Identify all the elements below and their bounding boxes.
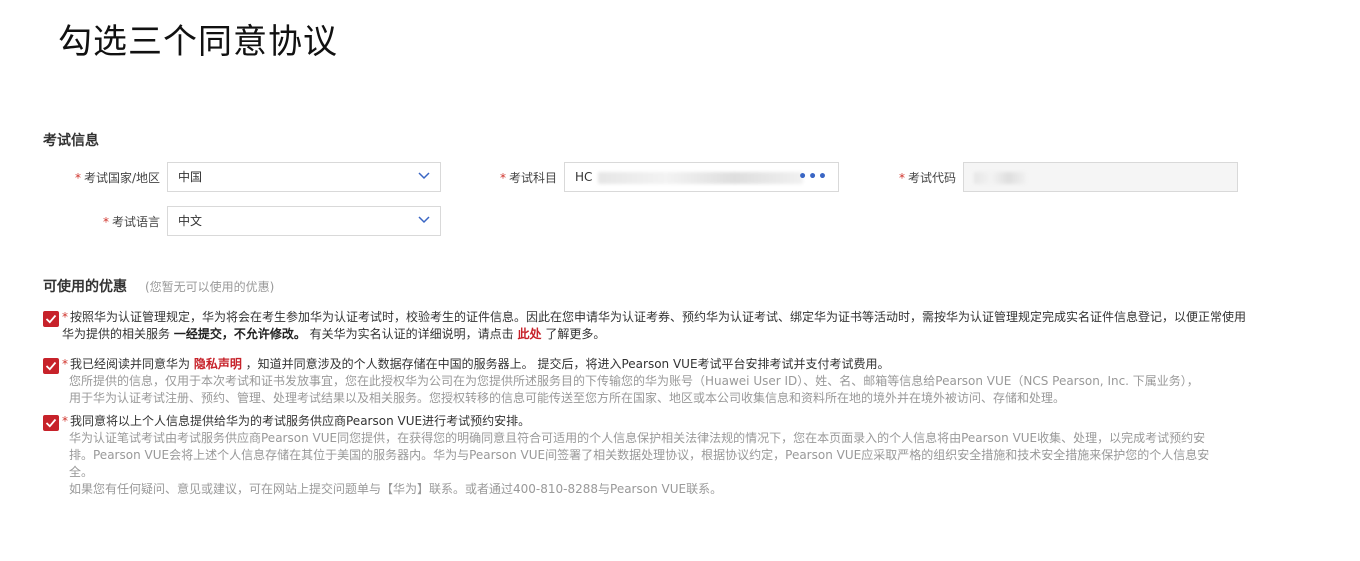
privacy-statement-link[interactable]: 隐私声明 xyxy=(194,357,242,371)
required-mark: * xyxy=(62,310,68,324)
agreement-2-detail-2: 用于华为认证考试注册、预约、管理、处理考试结果以及相关服务。您授权转移的信息可能… xyxy=(69,391,1066,405)
subject-value: HC xyxy=(575,170,593,184)
discount-hint: (您暂无可以使用的优惠) xyxy=(145,280,275,294)
required-mark: * xyxy=(499,171,506,185)
agreement-real-name: * 按照华为认证管理规定，华为将会在考生参加华为认证考试时，校验考生的证件信息。因… xyxy=(43,309,1248,343)
discount-title-text: 可使用的优惠 xyxy=(43,279,127,295)
required-mark: * xyxy=(898,171,905,185)
required-mark: * xyxy=(62,414,68,428)
learn-more-link[interactable]: 此处 xyxy=(518,327,542,341)
code-label-text: 考试代码 xyxy=(907,171,956,185)
country-label-text: 考试国家/地区 xyxy=(83,171,160,185)
exam-info-title: 考试信息 xyxy=(43,133,99,149)
required-mark: * xyxy=(62,357,68,371)
language-label: * 考试语言 xyxy=(60,213,160,230)
language-select[interactable]: 中文 xyxy=(167,206,441,236)
agreement-3-contact: 如果您有任何疑问、意见或建议，可在网站上提交问题单与【华为】联系。或者通过400… xyxy=(69,482,723,496)
agreement-text-2: * 我已经阅读并同意华为 隐私声明 ，知道并同意涉及的个人数据存储在中国的服务器上… xyxy=(62,356,1248,373)
agreement-2-detail-1: 您所提供的信息，仅用于本次考试和证书发放事宜，您在此授权华为公司在为您提供所述服… xyxy=(69,374,1199,388)
agreement-1-bold-b: 不允许修改。 xyxy=(233,327,306,341)
country-label: * 考试国家/地区 xyxy=(60,169,160,186)
subject-label: * 考试科目 xyxy=(480,169,557,186)
country-select[interactable]: 中国 xyxy=(167,162,441,192)
agreement-1-body-c: 了解更多。 xyxy=(541,327,606,341)
agreement-checkbox-1[interactable] xyxy=(43,311,59,327)
agreement-1-bold-a: 一经提交， xyxy=(173,327,234,341)
required-mark: * xyxy=(102,215,109,229)
agreement-2-body-a: 我已经阅读并同意华为 xyxy=(70,357,194,371)
code-redacted xyxy=(974,171,1026,184)
agreement-3-body: 我同意将以上个人信息提供给华为的考试服务供应商Pearson VUE进行考试预约… xyxy=(70,414,531,428)
code-label: * 考试代码 xyxy=(880,169,956,186)
country-value: 中国 xyxy=(178,170,203,184)
agreement-checkbox-3[interactable] xyxy=(43,415,59,431)
discount-title: 可使用的优惠 (您暂无可以使用的优惠) xyxy=(43,276,274,296)
subject-select[interactable]: HC ••• xyxy=(564,162,839,192)
agreement-3-detail-2: 排。Pearson VUE会将上述个人信息存储在其位于美国的服务器内。华为与Pe… xyxy=(69,448,1210,462)
chevron-down-icon xyxy=(418,172,430,180)
language-label-text: 考试语言 xyxy=(111,215,160,229)
agreement-3-detail-3: 全。 xyxy=(69,465,94,479)
check-icon xyxy=(45,418,57,428)
agreement-privacy: * 我已经阅读并同意华为 隐私声明 ，知道并同意涉及的个人数据存储在中国的服务器上… xyxy=(43,356,1248,407)
check-icon xyxy=(45,314,57,324)
language-value: 中文 xyxy=(178,214,203,228)
agreement-1-body-b: 有关华为实名认证的详细说明，请点击 xyxy=(305,327,518,341)
check-icon xyxy=(45,361,57,371)
agreement-text-3: * 我同意将以上个人信息提供给华为的考试服务供应商Pearson VUE进行考试预… xyxy=(62,413,1248,430)
page-title: 勾选三个同意协议 xyxy=(58,22,338,62)
agreement-3-detail-1: 华为认证笔试考试由考试服务供应商Pearson VUE同您提供，在获得您的明确同… xyxy=(69,431,1206,445)
required-mark: * xyxy=(74,171,81,185)
subject-redacted xyxy=(598,171,804,184)
exam-code-field xyxy=(963,162,1238,192)
agreement-pearson-vue: * 我同意将以上个人信息提供给华为的考试服务供应商Pearson VUE进行考试预… xyxy=(43,413,1248,498)
agreement-2-body-b: ，知道并同意涉及的个人数据存储在中国的服务器上。 提交后，将进入Pearson … xyxy=(241,357,890,371)
more-icon[interactable]: ••• xyxy=(798,163,828,191)
agreement-checkbox-2[interactable] xyxy=(43,358,59,374)
subject-label-text: 考试科目 xyxy=(508,171,557,185)
chevron-down-icon xyxy=(418,216,430,224)
agreement-text-1: * 按照华为认证管理规定，华为将会在考生参加华为认证考试时，校验考生的证件信息。因… xyxy=(62,309,1248,343)
